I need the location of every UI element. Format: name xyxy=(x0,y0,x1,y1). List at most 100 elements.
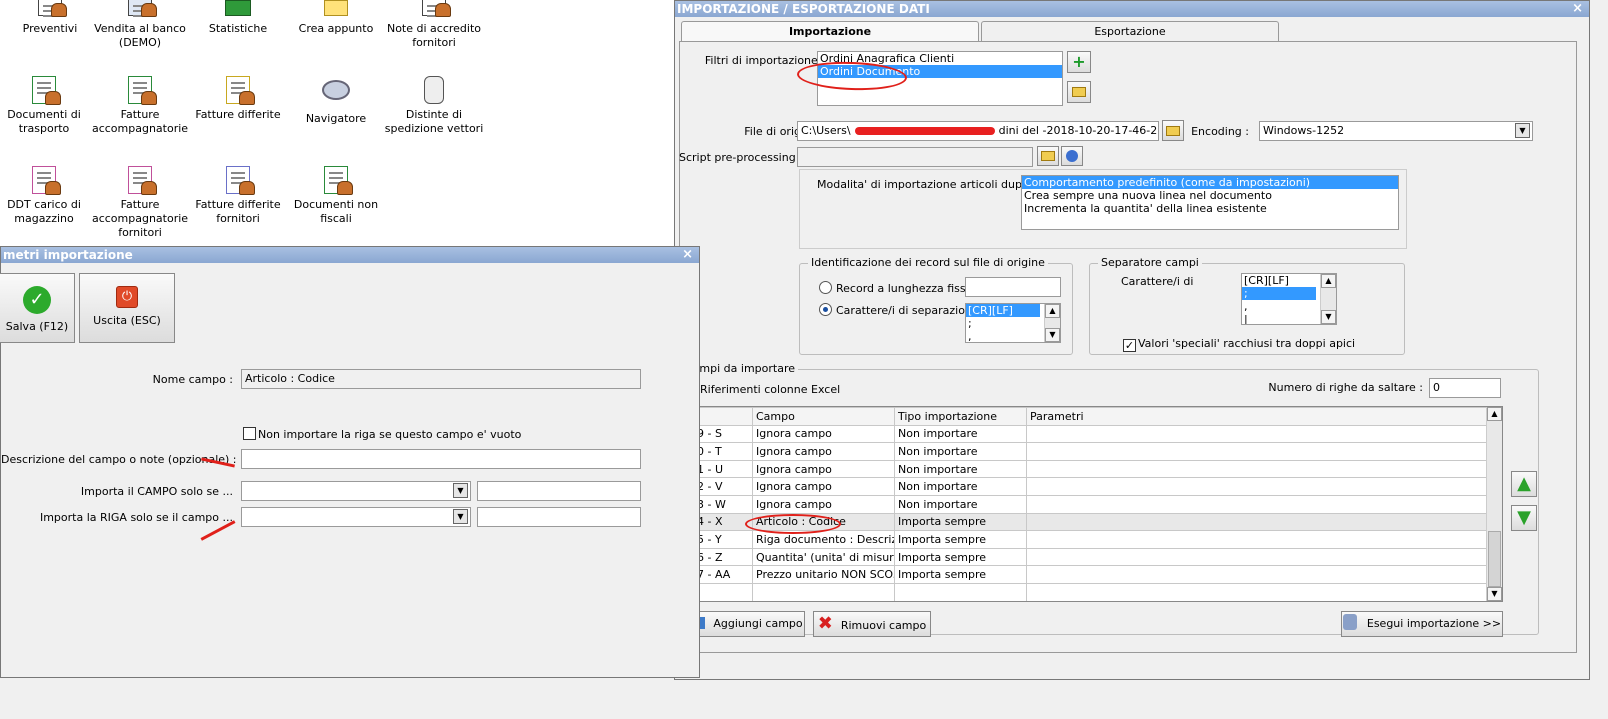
grid-cell-param[interactable] xyxy=(1026,582,1487,601)
grid-cell-param[interactable] xyxy=(1026,512,1487,532)
grid-cell-tipo[interactable]: Non importare xyxy=(894,424,1027,444)
desktop-icon-crea-appunto[interactable]: Crea appunto xyxy=(286,0,386,36)
fixed-length-input[interactable] xyxy=(965,277,1061,297)
grid-cell-tipo[interactable]: Non importare xyxy=(894,494,1027,514)
grid-header-cell[interactable]: Campo xyxy=(752,407,895,426)
list-item[interactable]: ; xyxy=(1242,287,1316,300)
grid-cell-tipo[interactable]: Importa sempre xyxy=(894,565,1027,584)
import-row-condition-select[interactable]: ▼ xyxy=(241,507,471,527)
grid-cell-campo[interactable]: Ignora campo xyxy=(752,442,895,461)
desktop-icon-distinte-spedizione[interactable]: Distinte di spedizione vettori xyxy=(384,76,484,136)
skip-rows-input[interactable]: 0 xyxy=(1429,378,1501,398)
move-down-button[interactable]: ▼ xyxy=(1511,505,1537,531)
table-row[interactable]: 19 - S Ignora campo Non importare xyxy=(686,424,1487,444)
grid-cell-campo[interactable]: Ignora campo xyxy=(752,424,895,444)
import-field-value-input[interactable] xyxy=(477,481,641,501)
grid-cell-tipo[interactable] xyxy=(894,582,1027,601)
scrollbar-thumb[interactable] xyxy=(1488,531,1501,587)
description-input[interactable] xyxy=(241,449,641,469)
listbox-scrollbar[interactable]: ▲ ▼ xyxy=(1044,304,1060,342)
table-row[interactable]: 27 - AA Prezzo unitario NON SCO... Importa… xyxy=(686,565,1487,584)
remove-field-button[interactable]: ✖ Rimuovi campo xyxy=(813,611,931,637)
save-button[interactable]: ✓ Salva (F12) xyxy=(0,273,75,343)
grid-cell-tipo[interactable]: Importa sempre xyxy=(894,530,1027,549)
encoding-select[interactable]: Windows-1252 ▼ xyxy=(1259,121,1533,141)
skip-empty-checkbox[interactable]: Non importare la riga se questo campo e'… xyxy=(243,427,521,441)
source-file-input[interactable]: C:\Users\ dini del -2018-10-20-17-46-20_4… xyxy=(797,121,1159,141)
scroll-down-icon[interactable]: ▼ xyxy=(1321,310,1336,324)
table-row[interactable]: 23 - W Ignora campo Non importare xyxy=(686,494,1487,514)
grid-cell-tipo[interactable]: Non importare xyxy=(894,442,1027,461)
desktop-icon-documenti-trasporto[interactable]: Documenti di trasporto xyxy=(0,76,94,136)
desktop-icon-statistiche[interactable]: Statistiche xyxy=(188,0,288,36)
grid-cell-param[interactable] xyxy=(1026,565,1487,584)
scroll-up-icon[interactable]: ▲ xyxy=(1321,274,1336,288)
grid-cell-param[interactable] xyxy=(1026,459,1487,479)
table-row[interactable] xyxy=(686,582,1487,601)
grid-header-cell[interactable]: Tipo importazione xyxy=(894,407,1027,426)
move-up-button[interactable]: ▲ xyxy=(1511,471,1537,497)
grid-scrollbar[interactable]: ▲ ▼ xyxy=(1486,407,1502,601)
field-separator-listbox[interactable]: [CR][LF] ; , | ▲ ▼ xyxy=(1241,273,1337,325)
import-field-condition-select[interactable]: ▼ xyxy=(241,481,471,501)
browse-script-button[interactable] xyxy=(1037,146,1059,166)
excel-refs-checkbox[interactable]: ✓Riferimenti colonne Excel xyxy=(685,383,840,398)
tab-importazione[interactable]: Importazione xyxy=(681,21,979,42)
scroll-down-icon[interactable]: ▼ xyxy=(1487,587,1502,601)
exit-button[interactable]: ⏻ Uscita (ESC) xyxy=(79,273,175,343)
grid-cell-tipo[interactable]: Importa sempre xyxy=(894,512,1027,532)
desktop-icon-fatture-accompagnatorie[interactable]: Fatture accompagnatorie xyxy=(90,76,190,136)
listbox-scrollbar[interactable]: ▲ ▼ xyxy=(1320,274,1336,324)
open-filter-button[interactable] xyxy=(1067,81,1091,103)
desktop-icon-vendita-banco[interactable]: Vendita al banco (DEMO) xyxy=(90,0,190,50)
add-field-button[interactable]: Aggiungi campo xyxy=(687,611,805,637)
grid-cell-tipo[interactable]: Non importare xyxy=(894,477,1027,496)
grid-cell-campo[interactable]: Ignora campo xyxy=(752,477,895,496)
scroll-up-icon[interactable]: ▲ xyxy=(1045,304,1060,318)
grid-cell-param[interactable] xyxy=(1026,494,1487,514)
script-help-button[interactable] xyxy=(1061,146,1083,166)
checkbox[interactable] xyxy=(243,427,256,440)
grid-cell-campo[interactable]: Riga documento : Descrizi... xyxy=(752,530,895,549)
checkbox[interactable]: ✓ xyxy=(1123,339,1136,352)
grid-cell-tipo[interactable]: Non importare xyxy=(894,459,1027,479)
table-row[interactable]: 21 - U Ignora campo Non importare xyxy=(686,459,1487,479)
desktop-icon-documenti-non-fiscali[interactable]: Documenti non fiscali xyxy=(286,166,386,226)
scroll-up-icon[interactable]: ▲ xyxy=(1487,407,1502,421)
scroll-down-icon[interactable]: ▼ xyxy=(1045,328,1060,342)
list-item[interactable]: Comportamento predefinito (come da impos… xyxy=(1022,176,1398,189)
grid-cell-param[interactable] xyxy=(1026,547,1487,567)
desktop-icon-preventivi[interactable]: Preventivi xyxy=(0,0,100,36)
grid-cell-param[interactable] xyxy=(1026,530,1487,549)
radio-fixed-length[interactable]: Record a lunghezza fissa xyxy=(819,281,972,295)
desktop-icon-fatture-differite[interactable]: Fatture differite xyxy=(188,76,288,122)
desktop-icon-navigatore[interactable]: Navigatore xyxy=(286,76,386,126)
tab-esportazione[interactable]: Esportazione xyxy=(981,21,1279,42)
grid-cell-campo[interactable]: Quantita' (unita' di misura ... xyxy=(752,547,895,567)
dup-mode-listbox[interactable]: Comportamento predefinito (come da impos… xyxy=(1021,175,1399,230)
table-row[interactable]: 20 - T Ignora campo Non importare xyxy=(686,442,1487,461)
grid-cell-campo[interactable]: Ignora campo xyxy=(752,459,895,479)
grid-header-cell[interactable]: Parametri xyxy=(1026,407,1487,426)
table-row[interactable]: 26 - ZQuantita' (unita' di misura ...Imp… xyxy=(686,547,1487,567)
desktop-icon-ddt-carico[interactable]: DDT carico di magazzino xyxy=(0,166,94,226)
special-values-checkbox[interactable]: ✓ Valori 'speciali' racchiusi tra doppi a… xyxy=(1123,337,1355,352)
chevron-down-icon[interactable]: ▼ xyxy=(453,509,468,524)
close-icon[interactable]: × xyxy=(1572,1,1583,17)
radio-button[interactable] xyxy=(819,303,832,316)
list-item[interactable]: Incrementa la quantita' della linea esis… xyxy=(1022,202,1398,215)
grid-cell-param[interactable] xyxy=(1026,477,1487,496)
desktop-icon-fatture-accompagnatorie-fornitori[interactable]: Fatture accompagnatorie fornitori xyxy=(90,166,190,240)
grid-cell-campo[interactable]: Prezzo unitario NON SCO... xyxy=(752,565,895,584)
grid-cell-param[interactable] xyxy=(1026,442,1487,461)
desktop-icon-note-accredito[interactable]: Note di accredito fornitori xyxy=(384,0,484,50)
radio-separator[interactable]: Carattere/i di separazione xyxy=(819,303,979,317)
add-filter-button[interactable]: + xyxy=(1067,51,1091,73)
record-separator-listbox[interactable]: [CR][LF] ; , ▲ ▼ xyxy=(965,303,1061,343)
close-icon[interactable]: × xyxy=(682,247,693,263)
script-input[interactable] xyxy=(797,147,1033,167)
table-row[interactable]: 22 - V Ignora campo Non importare xyxy=(686,477,1487,496)
radio-button[interactable] xyxy=(819,281,832,294)
list-item[interactable]: Crea sempre una nuova linea nel document… xyxy=(1022,189,1398,202)
grid-cell-campo[interactable]: Ignora campo xyxy=(752,494,895,514)
